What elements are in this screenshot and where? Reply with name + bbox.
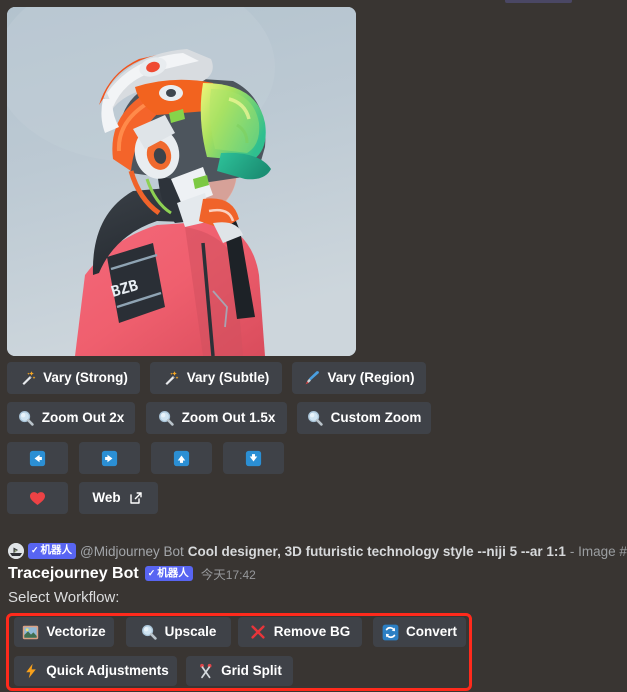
magic-wand-icon	[19, 370, 36, 387]
vary-strong-button[interactable]: Vary (Strong)	[7, 362, 140, 394]
grid-split-label: Grid Split	[221, 663, 282, 679]
vary-subtle-label: Vary (Subtle)	[186, 370, 270, 386]
zoom-out-2x-label: Zoom Out 2x	[41, 410, 125, 426]
magnifying-glass-icon	[158, 410, 175, 427]
quick-adjustments-label: Quick Adjustments	[46, 663, 169, 679]
remove-bg-label: Remove BG	[273, 624, 351, 640]
vary-region-button[interactable]: Vary (Region)	[292, 362, 426, 394]
favorite-button[interactable]	[7, 482, 68, 514]
arrow-down-icon	[245, 450, 262, 467]
paintbrush-icon	[303, 370, 320, 387]
message-timestamp: 今天17:42	[201, 564, 256, 583]
bot-badge-message: ✓ 机器人	[144, 565, 193, 582]
quick-adjustments-button[interactable]: Quick Adjustments	[14, 656, 177, 686]
vary-subtle-button[interactable]: Vary (Subtle)	[150, 362, 282, 394]
checkmark-icon: ✓	[147, 567, 156, 578]
convert-label: Convert	[406, 624, 458, 640]
framed-picture-icon	[22, 624, 39, 641]
timestamp-time: 17:42	[225, 568, 256, 582]
web-label: Web	[92, 490, 121, 506]
reply-preview[interactable]: ✓ 机器人 @Midjourney Bot Cool designer, 3D f…	[0, 540, 627, 562]
arrow-right-icon	[101, 450, 118, 467]
vectorize-button[interactable]: Vectorize	[14, 617, 114, 647]
arrow-left-icon	[29, 450, 46, 467]
pan-right-button[interactable]	[79, 442, 140, 474]
top-cutoff-strip	[505, 0, 572, 3]
message-header: Tracejourney Bot ✓ 机器人 今天17:42	[8, 564, 256, 583]
vectorize-label: Vectorize	[46, 624, 106, 640]
magic-wand-icon	[163, 370, 180, 387]
pan-up-button[interactable]	[151, 442, 212, 474]
magnifying-glass-icon	[141, 624, 158, 641]
upscale-button[interactable]: Upscale	[126, 617, 231, 647]
reply-prompt-text: Cool designer, 3D futuristic technology …	[187, 543, 566, 559]
grid-split-button[interactable]: Grid Split	[186, 656, 293, 686]
heart-icon	[29, 490, 46, 507]
external-link-icon	[128, 490, 145, 507]
zoom-out-1-5x-button[interactable]: Zoom Out 1.5x	[146, 402, 287, 434]
scissors-icon	[197, 663, 214, 680]
web-button[interactable]: Web	[79, 482, 158, 514]
pan-left-button[interactable]	[7, 442, 68, 474]
reply-author-handle[interactable]: @Midjourney Bot	[80, 544, 184, 559]
magnifying-glass-icon	[307, 410, 324, 427]
magnifying-glass-icon	[18, 410, 35, 427]
message-author[interactable]: Tracejourney Bot	[8, 565, 139, 582]
bot-badge-reply: ✓ 机器人	[28, 543, 77, 559]
avatar	[8, 543, 24, 559]
bot-badge-message-label: 机器人	[157, 566, 189, 579]
attachment-image[interactable]: BZB	[7, 7, 356, 356]
remove-bg-button[interactable]: Remove BG	[238, 617, 362, 647]
custom-zoom-label: Custom Zoom	[330, 410, 422, 426]
arrow-up-icon	[173, 450, 190, 467]
reply-image-index: - Image #1	[569, 543, 627, 559]
upscale-label: Upscale	[164, 624, 217, 640]
timestamp-day: 今天	[200, 568, 226, 582]
refresh-cycle-icon	[382, 624, 399, 641]
lightning-bolt-icon	[22, 663, 39, 680]
vary-strong-label: Vary (Strong)	[43, 370, 128, 386]
convert-button[interactable]: Convert	[373, 617, 466, 647]
select-workflow-label: Select Workflow:	[8, 589, 120, 606]
pan-down-button[interactable]	[223, 442, 284, 474]
zoom-out-1-5x-label: Zoom Out 1.5x	[181, 410, 276, 426]
cross-mark-icon	[250, 624, 267, 641]
zoom-out-2x-button[interactable]: Zoom Out 2x	[7, 402, 135, 434]
bot-badge-reply-label: 机器人	[40, 544, 73, 557]
custom-zoom-button[interactable]: Custom Zoom	[297, 402, 431, 434]
checkmark-icon: ✓	[31, 545, 39, 556]
vary-region-label: Vary (Region)	[327, 370, 415, 386]
